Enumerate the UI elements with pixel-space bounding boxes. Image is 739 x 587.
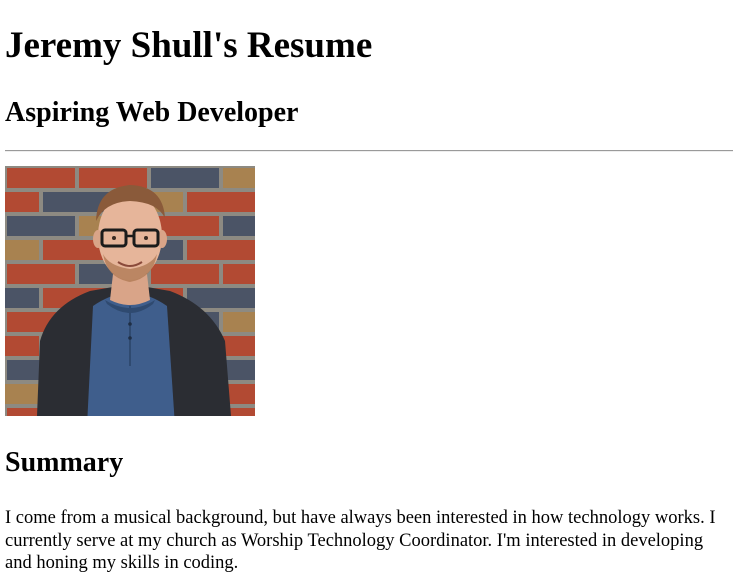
brick	[5, 384, 39, 404]
profile-photo	[5, 166, 255, 416]
brick	[187, 192, 255, 212]
brick	[7, 264, 75, 284]
brick	[151, 168, 219, 188]
brick	[5, 288, 39, 308]
brick	[223, 216, 255, 236]
brick	[223, 168, 255, 188]
page-subtitle: Aspiring Web Developer	[5, 97, 299, 128]
brick	[5, 240, 39, 260]
brick	[7, 216, 75, 236]
page-title: Jeremy Shull's Resume	[5, 25, 373, 66]
brick	[5, 336, 39, 356]
header-divider	[5, 150, 733, 152]
brick	[7, 168, 75, 188]
brick	[223, 312, 255, 332]
brick	[151, 264, 219, 284]
brick	[223, 264, 255, 284]
brick	[79, 168, 147, 188]
brick	[187, 240, 255, 260]
summary-heading: Summary	[5, 447, 124, 478]
profile-photo-image	[5, 166, 255, 416]
brick	[187, 288, 255, 308]
resume-page: Jeremy Shull's Resume Aspiring Web Devel…	[0, 0, 739, 587]
summary-text: I come from a musical background, but ha…	[5, 508, 716, 573]
brick	[5, 192, 39, 212]
